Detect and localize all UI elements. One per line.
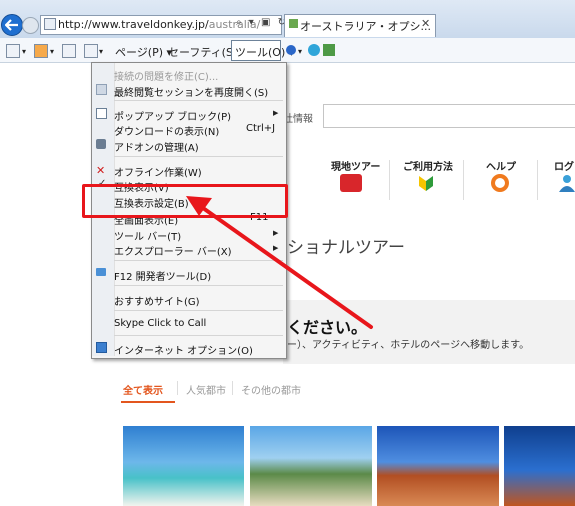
annotation-arrow <box>186 196 373 329</box>
